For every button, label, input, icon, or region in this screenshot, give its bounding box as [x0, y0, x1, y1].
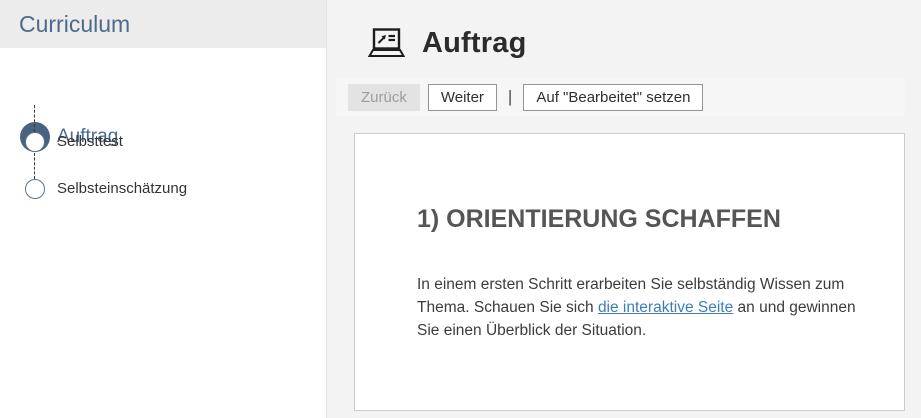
toolbar: Zurück Weiter | Auf "Bearbeitet" setzen — [336, 78, 905, 116]
sidebar-header: Curriculum — [0, 0, 326, 48]
set-edited-button[interactable]: Auf "Bearbeitet" setzen — [523, 84, 703, 111]
step-circle-selbsttest[interactable] — [25, 132, 45, 152]
step-connector-line — [34, 105, 35, 132]
laptop-chart-icon — [368, 28, 405, 58]
next-button[interactable]: Weiter — [428, 84, 497, 111]
sidebar-item-selbsttest[interactable]: Selbsttest — [57, 133, 123, 151]
toolbar-separator: | — [508, 87, 512, 107]
page-header: Auftrag — [368, 27, 921, 59]
main-content-area: Auftrag Zurück Weiter | Auf "Bearbeitet"… — [328, 0, 921, 418]
sidebar-title: Curriculum — [19, 11, 130, 38]
step-circle-selbsteinschaetzung[interactable] — [25, 179, 45, 199]
back-button[interactable]: Zurück — [348, 84, 420, 111]
lesson-content-card: 1) ORIENTIERUNG SCHAFFEN In einem ersten… — [354, 133, 905, 411]
content-heading: 1) ORIENTIERUNG SCHAFFEN — [417, 204, 864, 234]
curriculum-step-list: Auftrag Selbsttest Selbsteinschätzung — [0, 48, 326, 418]
curriculum-sidebar: Curriculum Auftrag Selbsttest Selbsteins… — [0, 0, 327, 418]
page-title: Auftrag — [422, 27, 527, 60]
interactive-page-link[interactable]: die interaktive Seite — [598, 299, 733, 316]
content-paragraph: In einem ersten Schritt erarbeiten Sie s… — [417, 273, 862, 342]
step-connector-line — [34, 153, 35, 179]
sidebar-item-selbsteinschaetzung[interactable]: Selbsteinschätzung — [57, 180, 187, 198]
